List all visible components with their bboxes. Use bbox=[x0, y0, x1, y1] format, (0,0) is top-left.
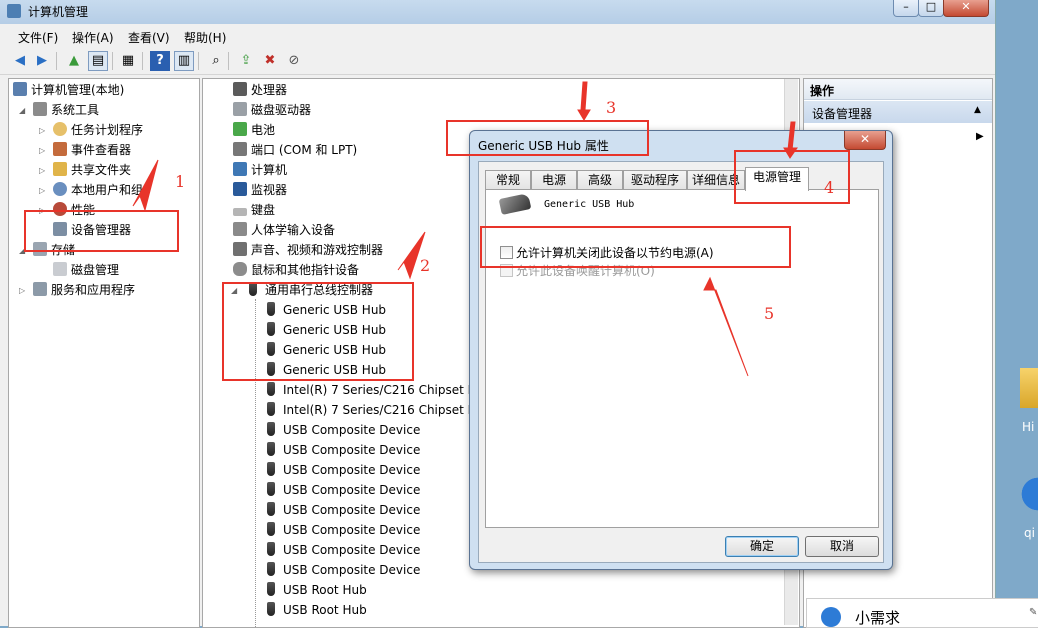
annotation-layer bbox=[132, 81, 798, 377]
tab-power-management[interactable]: 电源管理 bbox=[745, 167, 809, 191]
annotation-label-1: 1 bbox=[175, 172, 186, 191]
annotation-label-2: 2 bbox=[420, 256, 431, 275]
annotation-arrow-1 bbox=[132, 159, 159, 212]
annotation-box-1 bbox=[24, 210, 179, 252]
annotation-box-3 bbox=[446, 120, 649, 156]
annotation-label-5: 5 bbox=[764, 304, 775, 323]
annotation-arrow-5 bbox=[703, 276, 749, 377]
annotation-arrow-3 bbox=[580, 81, 588, 111]
annotation-arrow-3-head bbox=[577, 109, 591, 121]
annotation-box-2 bbox=[222, 282, 414, 381]
annotation-label-3: 3 bbox=[606, 98, 617, 117]
annotation-box-5 bbox=[480, 226, 791, 268]
annotation-label-4: 4 bbox=[824, 178, 835, 197]
annotation-arrow-4 bbox=[787, 121, 796, 151]
